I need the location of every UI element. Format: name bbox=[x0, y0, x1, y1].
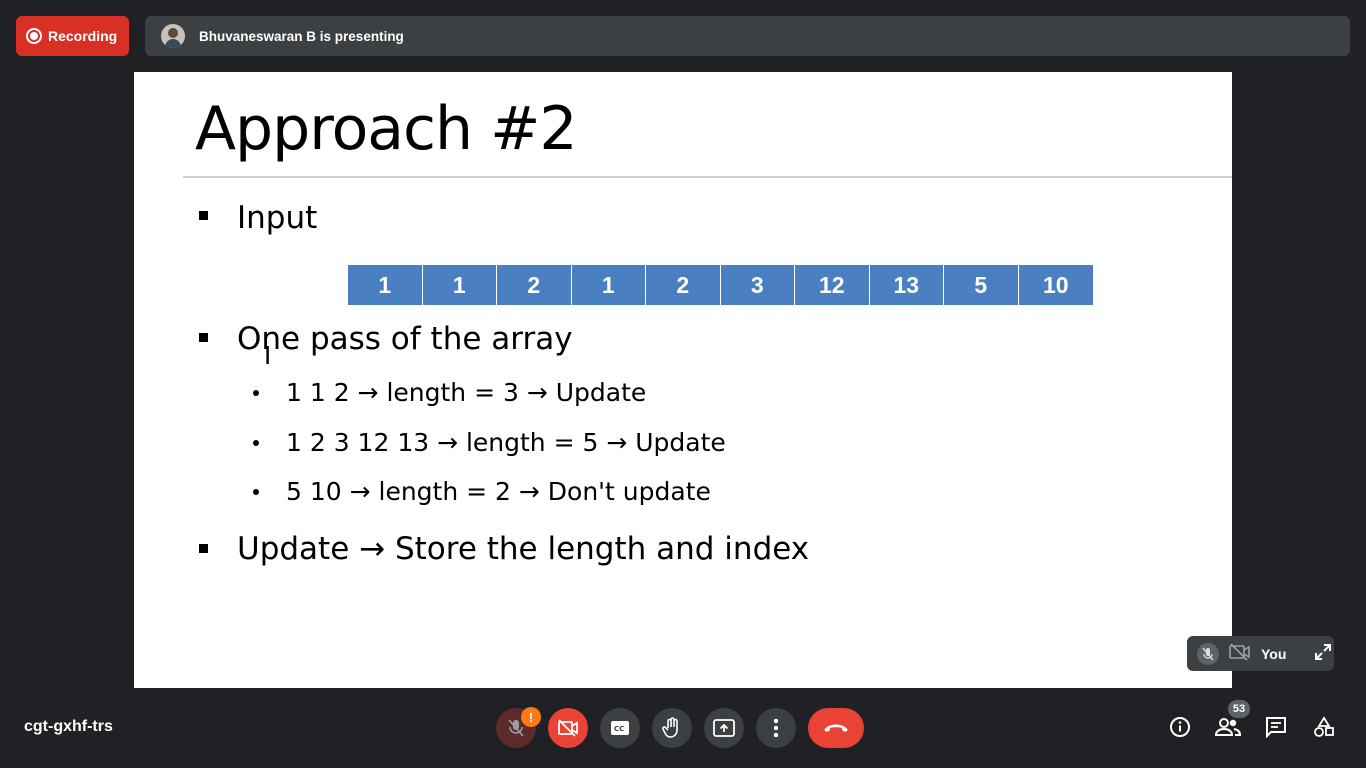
presentation-slide: Approach #2 Input 1 1 2 1 2 3 12 13 5 10… bbox=[134, 72, 1232, 688]
recording-badge[interactable]: Recording bbox=[16, 16, 129, 56]
bullet-input: Input bbox=[237, 200, 318, 236]
meeting-code: cgt-gxhf-trs bbox=[24, 718, 113, 735]
bullet-update: Update → Store the length and index bbox=[237, 531, 810, 567]
array-cell: 12 bbox=[795, 265, 870, 305]
dot-bullet-icon bbox=[253, 489, 259, 495]
dot-bullet-icon bbox=[253, 390, 259, 396]
chat-button[interactable] bbox=[1263, 714, 1289, 740]
raise-hand-button[interactable] bbox=[652, 708, 692, 748]
more-vert-icon bbox=[773, 718, 779, 738]
camera-off-icon[interactable] bbox=[1229, 643, 1251, 664]
camera-toggle-button[interactable] bbox=[548, 708, 588, 748]
square-bullet-icon bbox=[199, 544, 208, 553]
sub-bullet: 1 2 3 12 13 → length = 5 → Update bbox=[286, 428, 726, 457]
hang-up-icon bbox=[824, 724, 848, 732]
sub-bullet: 1 1 2 → length = 3 → Update bbox=[286, 378, 647, 407]
meeting-details-button[interactable] bbox=[1167, 714, 1193, 740]
record-icon bbox=[26, 28, 42, 44]
avatar bbox=[161, 24, 185, 48]
present-screen-button[interactable] bbox=[704, 708, 744, 748]
activities-icon bbox=[1314, 716, 1334, 737]
self-view-tile[interactable]: You bbox=[1187, 636, 1334, 671]
self-view-label: You bbox=[1261, 645, 1287, 662]
array-cell: 3 bbox=[720, 265, 795, 305]
array-cell: 1 bbox=[571, 265, 646, 305]
svg-text:CC: CC bbox=[614, 725, 624, 733]
participant-count-badge: 53 bbox=[1228, 700, 1250, 718]
chat-icon bbox=[1266, 717, 1286, 738]
dot-bullet-icon bbox=[253, 440, 259, 446]
people-icon bbox=[1215, 718, 1241, 736]
text-cursor-icon: I bbox=[264, 340, 272, 370]
input-array: 1 1 2 1 2 3 12 13 5 10 bbox=[348, 265, 1093, 305]
array-cell: 10 bbox=[1018, 265, 1093, 305]
square-bullet-icon bbox=[199, 333, 208, 342]
camera-off-icon bbox=[558, 719, 578, 737]
recording-label: Recording bbox=[48, 28, 118, 44]
presenting-text: Bhuvaneswaran B is presenting bbox=[199, 28, 404, 44]
array-cell: 2 bbox=[497, 265, 572, 305]
present-icon bbox=[713, 719, 735, 737]
mic-warning-badge[interactable]: ! bbox=[521, 707, 541, 727]
bullet-one-pass: One pass of the array bbox=[237, 321, 573, 357]
array-cell: 13 bbox=[869, 265, 944, 305]
activities-button[interactable] bbox=[1311, 714, 1337, 740]
captions-icon: CC bbox=[611, 721, 629, 735]
array-cell: 1 bbox=[422, 265, 497, 305]
array-cell: 2 bbox=[646, 265, 721, 305]
more-options-button[interactable] bbox=[756, 708, 796, 748]
square-bullet-icon bbox=[199, 211, 208, 220]
title-divider bbox=[183, 176, 1232, 178]
leave-call-button[interactable] bbox=[808, 708, 864, 748]
array-cell: 5 bbox=[944, 265, 1019, 305]
mic-off-icon[interactable] bbox=[1197, 642, 1219, 665]
sub-bullet: 5 10 → length = 2 → Don't update bbox=[286, 477, 711, 506]
hand-icon bbox=[662, 717, 678, 738]
array-cell: 1 bbox=[348, 265, 423, 305]
expand-icon[interactable] bbox=[1314, 643, 1332, 664]
presenting-banner: Bhuvaneswaran B is presenting bbox=[145, 16, 1350, 56]
captions-button[interactable]: CC bbox=[600, 708, 640, 748]
info-icon bbox=[1170, 717, 1190, 737]
slide-title: Approach #2 bbox=[195, 94, 578, 164]
